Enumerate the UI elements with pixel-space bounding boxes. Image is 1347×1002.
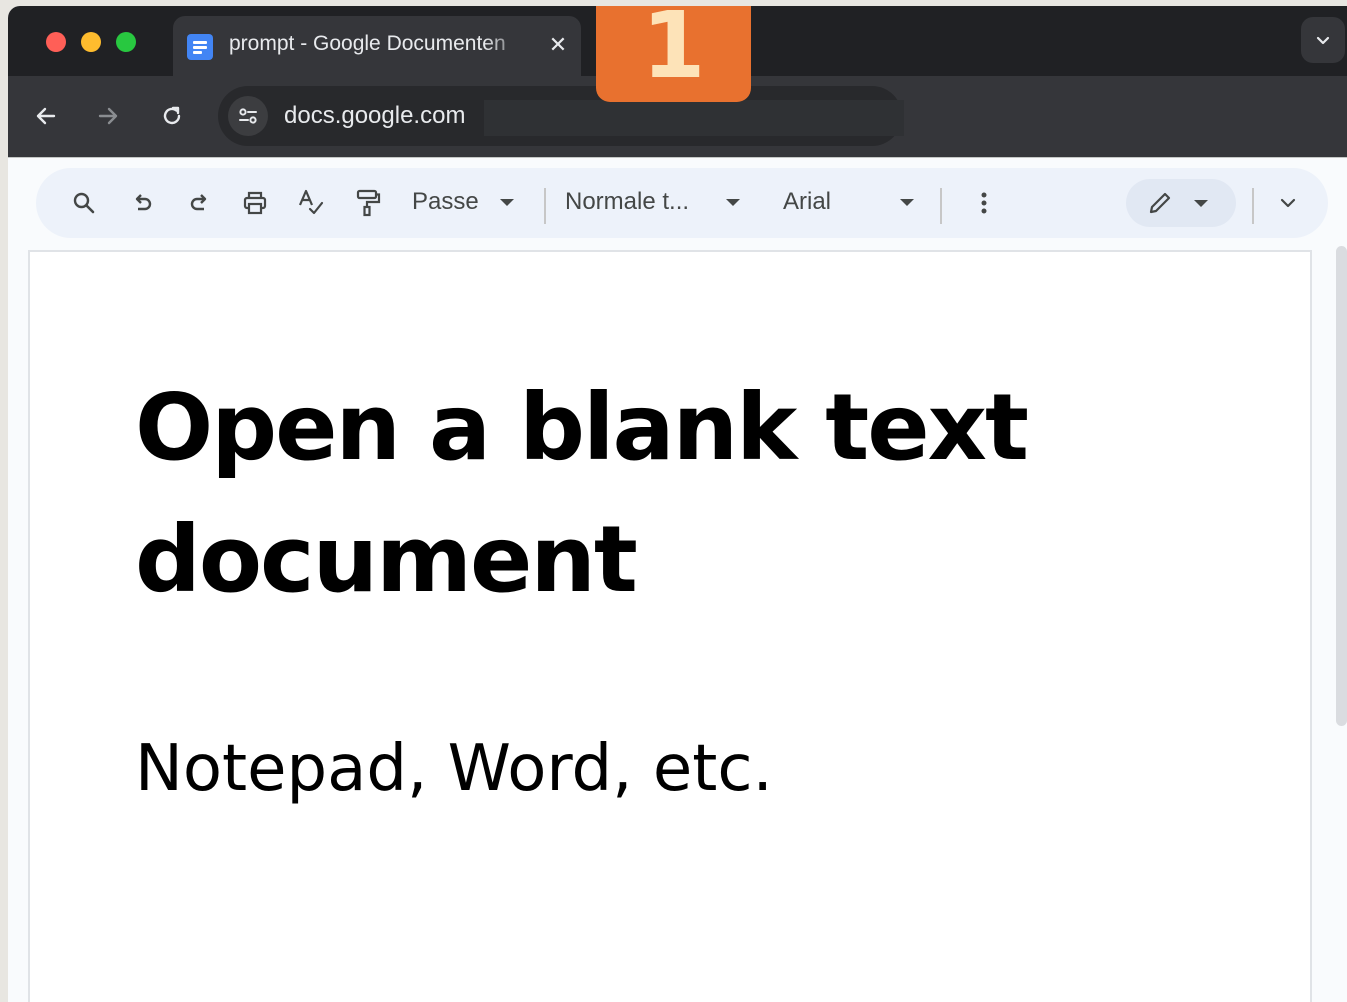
font-select[interactable]: Arial xyxy=(783,188,831,220)
arrow-right-icon xyxy=(98,107,118,125)
editing-mode-button[interactable] xyxy=(1126,179,1236,227)
google-docs-icon xyxy=(187,34,213,60)
tab-title: prompt - Google Documenten xyxy=(229,32,506,55)
toolbar-divider xyxy=(8,157,1347,158)
step-number-badge: 1 xyxy=(596,6,751,102)
arrow-left-icon xyxy=(36,107,56,125)
site-settings-icon[interactable] xyxy=(228,96,268,136)
more-vert-icon[interactable] xyxy=(966,185,1002,221)
style-dropdown-arrow-icon[interactable] xyxy=(726,199,740,206)
url-redaction xyxy=(484,100,904,136)
collapse-chevron-icon[interactable] xyxy=(1270,185,1306,221)
print-icon[interactable] xyxy=(237,185,273,221)
edit-mode-dropdown-arrow-icon xyxy=(1194,200,1208,207)
redo-icon[interactable] xyxy=(181,185,217,221)
document-body-text: Notepad, Word, etc. xyxy=(135,732,773,806)
reload-icon xyxy=(163,106,181,125)
tab-search-button[interactable] xyxy=(1301,17,1345,63)
docs-toolbar: Passe Normale t... Arial xyxy=(36,168,1328,238)
minimize-window-button[interactable] xyxy=(81,32,101,52)
document-page[interactable]: Open a blank text document Notepad, Word… xyxy=(28,250,1312,1002)
edit-pencil-icon xyxy=(1149,192,1171,214)
close-window-button[interactable] xyxy=(46,32,66,52)
font-dropdown-arrow-icon[interactable] xyxy=(900,199,914,206)
document-heading: Open a blank text document xyxy=(135,374,1029,613)
toolbar-separator xyxy=(940,188,942,224)
undo-icon[interactable] xyxy=(125,185,161,221)
paragraph-style-select[interactable]: Normale t... xyxy=(565,188,689,220)
vertical-scrollbar[interactable] xyxy=(1336,246,1347,726)
reload-button[interactable] xyxy=(154,98,190,134)
search-icon[interactable] xyxy=(66,185,102,221)
zoom-dropdown-arrow-icon[interactable] xyxy=(500,199,514,206)
spellcheck-icon[interactable] xyxy=(293,185,329,221)
back-button[interactable] xyxy=(28,98,64,134)
toolbar-separator xyxy=(544,188,546,224)
address-bar[interactable]: docs.google.com xyxy=(218,86,904,146)
forward-button[interactable] xyxy=(90,98,126,134)
browser-tab[interactable]: prompt - Google Documenten ✕ xyxy=(173,16,581,76)
chevron-down-icon xyxy=(1316,36,1330,45)
url-text: docs.google.com xyxy=(284,102,466,129)
maximize-window-button[interactable] xyxy=(116,32,136,52)
zoom-select[interactable]: Passe xyxy=(412,188,479,220)
paint-format-icon[interactable] xyxy=(350,185,386,221)
toolbar-separator xyxy=(1252,188,1254,224)
tab-close-icon[interactable]: ✕ xyxy=(543,30,573,60)
browser-window: prompt - Google Documenten ✕ docs.google… xyxy=(8,6,1347,1002)
